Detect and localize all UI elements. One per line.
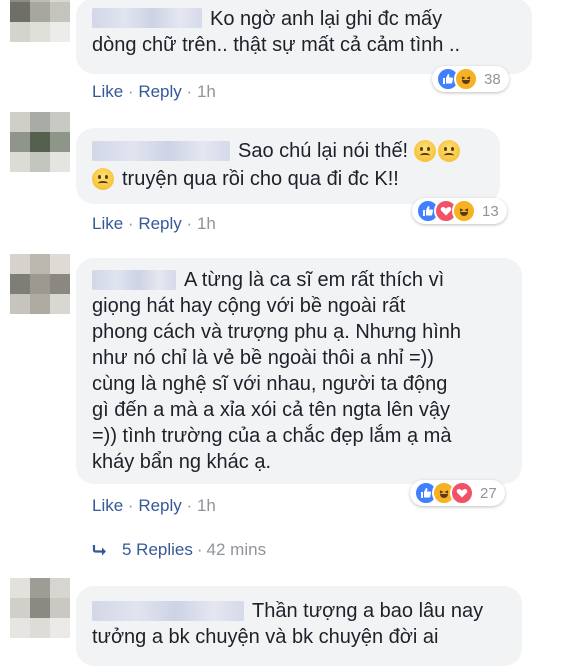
- reaction-count: 27: [480, 484, 497, 502]
- haha-icon: [454, 67, 478, 91]
- separator: ·: [127, 214, 134, 233]
- comment-actions: Like · Reply · 1h: [92, 214, 216, 234]
- like-link[interactable]: Like: [92, 214, 123, 233]
- view-replies-link[interactable]: 5 Replies · 42 mins: [92, 540, 266, 560]
- like-link[interactable]: Like: [92, 496, 123, 515]
- comment-bubble: Thần tượng a bao lâu nay tưởng a bk chuy…: [76, 586, 522, 666]
- haha-icon: [452, 199, 476, 223]
- timestamp[interactable]: 1h: [197, 214, 216, 233]
- reaction-summary[interactable]: 38: [432, 66, 509, 92]
- confused-emoji-icon: [438, 140, 461, 162]
- replies-timestamp: 42 mins: [206, 540, 267, 559]
- timestamp[interactable]: 1h: [197, 82, 216, 101]
- avatar[interactable]: [10, 0, 70, 42]
- reaction-count: 38: [484, 70, 501, 88]
- reaction-summary[interactable]: 13: [412, 198, 507, 224]
- confused-emoji-icon: [414, 140, 437, 162]
- separator: ·: [186, 82, 193, 101]
- reply-link[interactable]: Reply: [138, 214, 181, 233]
- like-link[interactable]: Like: [92, 82, 123, 101]
- commenter-name-blurred[interactable]: [92, 8, 202, 28]
- comment-bubble: Sao chú lại nói thế! truyện qua rồi cho …: [76, 128, 500, 204]
- comment-text-line2: truyện qua rồi cho qua đi đc K!!: [122, 168, 399, 190]
- timestamp[interactable]: 1h: [197, 496, 216, 515]
- love-icon: [450, 481, 474, 505]
- reply-arrow-icon: [92, 544, 108, 556]
- reply-link[interactable]: Reply: [138, 496, 181, 515]
- reply-link[interactable]: Reply: [138, 82, 181, 101]
- comment-bubble: A từng là ca sĩ em rất thích vì giọng há…: [76, 258, 522, 484]
- reaction-summary[interactable]: 27: [410, 480, 505, 506]
- avatar[interactable]: [10, 578, 70, 638]
- avatar[interactable]: [10, 112, 70, 172]
- separator: ·: [186, 214, 193, 233]
- avatar[interactable]: [10, 254, 70, 314]
- comment-actions: Like · Reply · 1h: [92, 496, 216, 516]
- comment-actions: Like · Reply · 1h: [92, 82, 216, 102]
- separator: ·: [127, 496, 134, 515]
- commenter-name-blurred[interactable]: [92, 601, 244, 621]
- reaction-count: 13: [482, 202, 499, 220]
- comment-text: A từng là ca sĩ em rất thích vì giọng há…: [92, 269, 462, 473]
- separator: ·: [186, 496, 193, 515]
- separator: ·: [127, 82, 134, 101]
- replies-label[interactable]: 5 Replies: [122, 540, 193, 560]
- comment-bubble: Ko ngờ anh lại ghi đc mấy dòng chữ trên.…: [76, 0, 532, 74]
- commenter-name-blurred[interactable]: [92, 270, 176, 290]
- separator: ·: [196, 540, 203, 559]
- commenter-name-blurred[interactable]: [92, 141, 230, 161]
- comment-text-line1: Sao chú lại nói thế!: [238, 140, 409, 162]
- confused-emoji-icon: [92, 168, 114, 190]
